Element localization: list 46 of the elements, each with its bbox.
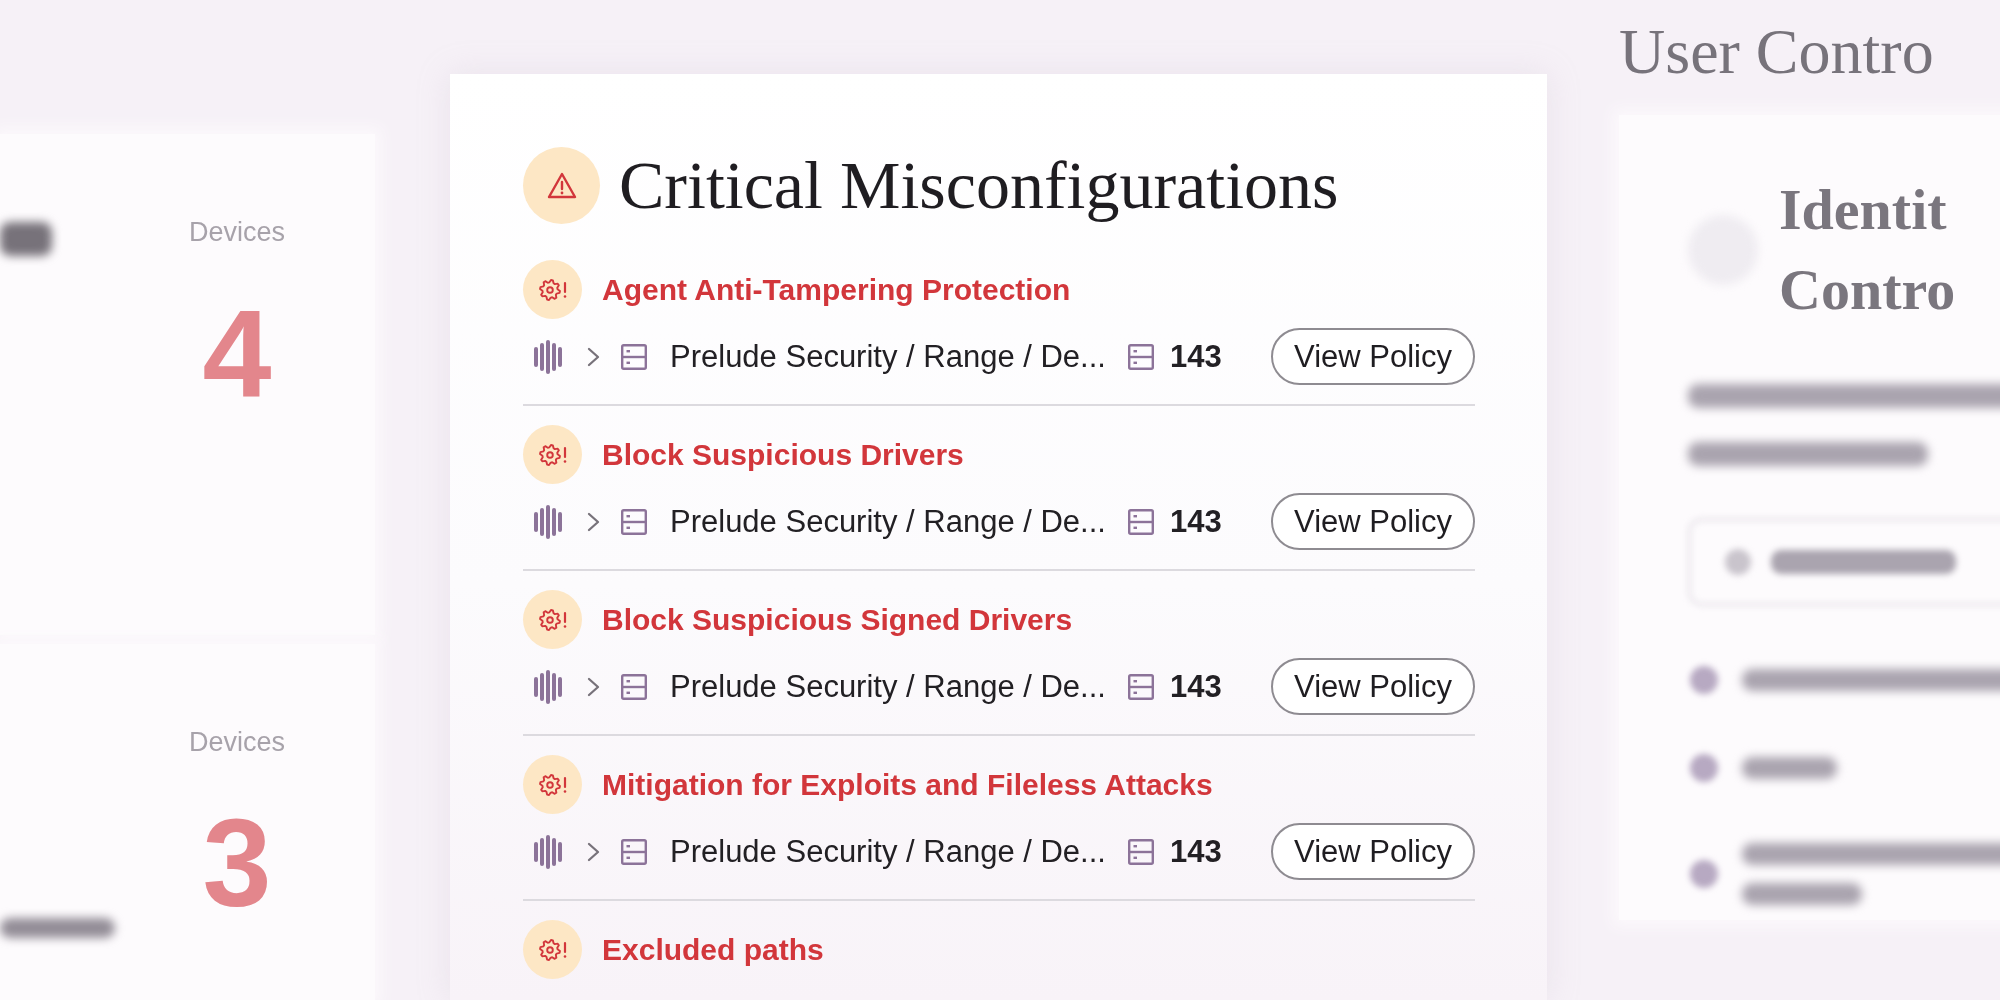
dot-icon [1690, 860, 1718, 888]
card-title: Critical Misconfigurations [619, 147, 1339, 224]
policy-title[interactable]: Excluded paths [602, 932, 824, 967]
server-icon [1127, 508, 1154, 535]
chevron-right-icon[interactable] [587, 676, 600, 697]
panel-title: Identit Contro [1779, 176, 1956, 324]
resource-path: Prelude Security / Range / De... [670, 668, 1106, 705]
policy-title[interactable]: Block Suspicious Drivers [602, 437, 964, 472]
vertical-bars-icon [534, 669, 562, 704]
vertical-bars-icon [534, 339, 562, 374]
blurred-button[interactable] [1688, 518, 2000, 606]
stat-value: 4 [202, 288, 272, 418]
stat-label: Devices [189, 726, 285, 758]
vertical-bars-icon [534, 834, 562, 869]
policy-title[interactable]: Mitigation for Exploits and Fileless Attacks [602, 767, 1213, 802]
chevron-right-icon[interactable] [587, 346, 600, 367]
policy-title[interactable]: Block Suspicious Signed Drivers [602, 602, 1073, 637]
resource-path: Prelude Security / Range / De... [670, 338, 1106, 375]
circle-icon [1725, 549, 1751, 575]
view-policy-button[interactable]: View Policy [1271, 823, 1475, 880]
server-icon [1127, 343, 1154, 370]
server-icon [1127, 673, 1154, 700]
view-policy-button[interactable]: View Policy [1271, 328, 1475, 385]
server-icon [1127, 838, 1154, 865]
resource-path: Prelude Security / Range / De... [670, 833, 1106, 870]
blurred-text-line [0, 222, 52, 256]
stat-label: Devices [189, 216, 285, 248]
view-policy-button[interactable]: View Policy [1271, 658, 1475, 715]
device-count: 143 [1169, 833, 1222, 870]
dot-icon [1690, 754, 1718, 782]
server-icon [621, 838, 647, 865]
resource-path: Prelude Security / Range / De... [670, 503, 1106, 540]
chevron-right-icon[interactable] [587, 841, 600, 862]
server-icon [621, 343, 647, 370]
server-icon [621, 673, 647, 700]
device-count: 143 [1169, 338, 1222, 375]
device-count: 143 [1169, 668, 1222, 705]
view-policy-button[interactable]: View Policy [1271, 493, 1475, 550]
server-icon [621, 508, 647, 535]
policy-title[interactable]: Agent Anti-Tampering Protection [602, 272, 1071, 307]
dot-icon [1690, 666, 1718, 694]
vertical-bars-icon [534, 504, 562, 539]
device-count: 143 [1169, 503, 1222, 540]
stat-value: 3 [202, 798, 272, 928]
chevron-right-icon[interactable] [587, 511, 600, 532]
section-heading: User Contro [1619, 20, 1935, 84]
